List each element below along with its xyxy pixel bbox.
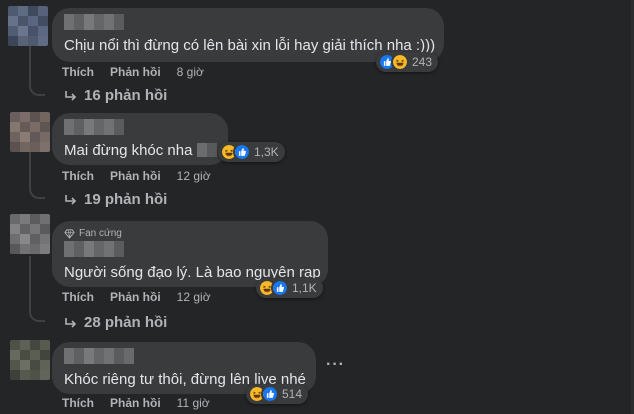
reaction-count: 243 — [412, 55, 433, 69]
comment-text: Chịu nổi thì đừng có lên bài xin lỗi hay… — [64, 37, 436, 54]
reply-button[interactable]: Phản hồi — [110, 65, 161, 79]
diamond-icon — [64, 228, 75, 239]
haha-icon — [391, 53, 409, 71]
avatar[interactable] — [10, 214, 50, 254]
comment-timestamp[interactable]: 12 giờ — [177, 290, 211, 304]
reaction-summary[interactable]: 1,1K — [256, 278, 323, 298]
view-replies-link[interactable]: 28 phản hồi — [64, 314, 167, 331]
thread-elbow — [29, 183, 45, 199]
thread-elbow — [29, 306, 45, 322]
comment-timestamp[interactable]: 12 giờ — [177, 169, 211, 183]
replies-count: 16 phản hồi — [84, 87, 168, 104]
reaction-summary[interactable]: 1,3K — [218, 142, 285, 162]
author-name-blurred[interactable] — [64, 14, 432, 32]
reaction-summary[interactable]: 243 — [376, 52, 439, 72]
comment-bubble: Mai đừng khóc nha — [52, 113, 228, 165]
avatar[interactable] — [8, 6, 48, 46]
like-icon — [261, 385, 279, 403]
thread-elbow — [29, 80, 45, 96]
replies-count: 28 phản hồi — [84, 314, 168, 331]
comment-actions: Thích Phản hồi 11 giờ — [62, 395, 210, 411]
reply-arrow-icon — [65, 90, 77, 101]
like-icon — [271, 279, 289, 297]
reply-arrow-icon — [65, 317, 77, 328]
comment-actions: Thích Phản hồi 8 giờ — [62, 64, 204, 80]
like-button[interactable]: Thích — [62, 396, 94, 410]
author-name-blurred[interactable] — [64, 119, 216, 137]
top-fan-badge: Fan cứng — [64, 227, 316, 239]
thread-line — [29, 256, 31, 312]
reaction-count: 1,1K — [292, 281, 317, 295]
like-button[interactable]: Thích — [62, 169, 94, 183]
view-replies-link[interactable]: 19 phản hồi — [64, 191, 167, 208]
reply-button[interactable]: Phản hồi — [110, 169, 161, 183]
reply-arrow-icon — [65, 194, 77, 205]
comment-actions: Thích Phản hồi 12 giờ — [62, 168, 211, 184]
blurred-text — [196, 143, 217, 157]
avatar[interactable] — [10, 340, 50, 380]
more-options-icon[interactable]: ··· — [326, 356, 345, 374]
comment-timestamp[interactable]: 11 giờ — [177, 396, 210, 410]
reaction-count: 514 — [282, 387, 303, 401]
reply-button[interactable]: Phản hồi — [110, 290, 161, 304]
comment-actions: Thích Phản hồi 12 giờ — [62, 289, 211, 305]
view-replies-link[interactable]: 16 phản hồi — [64, 87, 167, 104]
badge-label: Fan cứng — [79, 227, 122, 239]
like-button[interactable]: Thích — [62, 290, 94, 304]
author-name-blurred[interactable] — [64, 348, 304, 366]
reply-button[interactable]: Phản hồi — [110, 396, 161, 410]
replies-count: 19 phản hồi — [84, 191, 168, 208]
like-icon — [233, 143, 251, 161]
reaction-summary[interactable]: 514 — [246, 384, 309, 404]
reaction-count: 1,3K — [254, 145, 279, 159]
comment-timestamp[interactable]: 8 giờ — [177, 65, 204, 79]
author-name-blurred[interactable] — [64, 241, 316, 259]
avatar[interactable] — [10, 112, 50, 152]
comment-text: Mai đừng khóc nha — [64, 141, 217, 161]
like-button[interactable]: Thích — [62, 65, 94, 79]
